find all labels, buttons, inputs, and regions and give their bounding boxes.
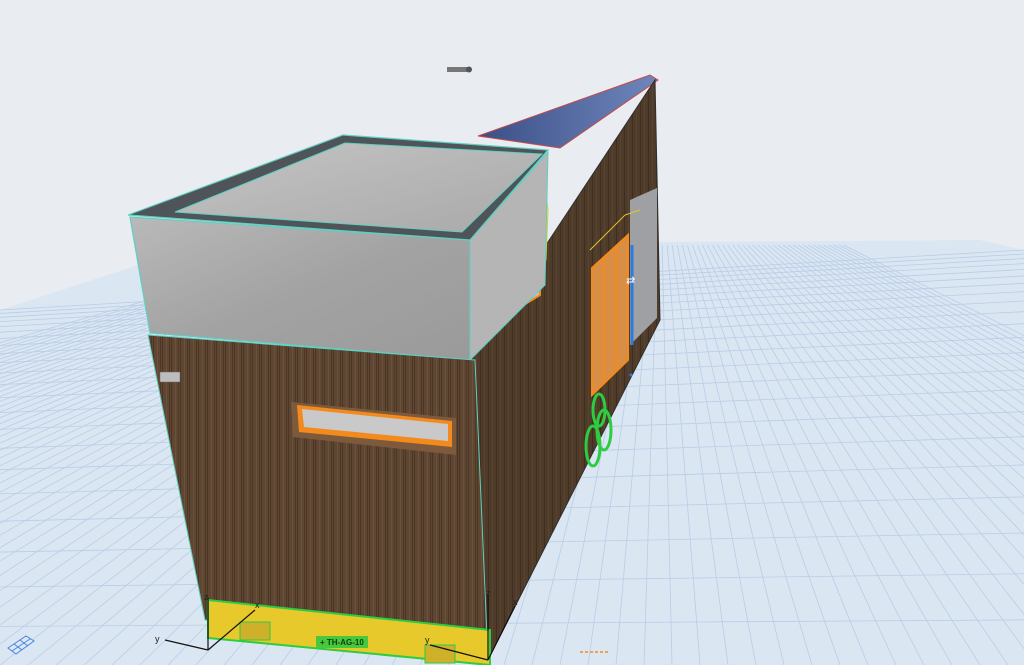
axis-x-label-right: x (513, 597, 518, 607)
axis-x-label-left: x (255, 600, 260, 610)
axis-z-label-left: z (204, 592, 209, 602)
wall-sign (159, 371, 181, 383)
camera-marker-icon[interactable] (447, 66, 472, 73)
axis-y-label-left: y (155, 634, 160, 644)
axis-z-label-right: z (486, 588, 491, 598)
point-marker (629, 373, 633, 377)
section-marker-icon[interactable]: ⇄ (626, 275, 635, 287)
axis-y-label-right: y (425, 635, 430, 645)
trailer-tag: + TH-AG-10 (320, 638, 364, 647)
3d-viewport[interactable]: + TH-AG-10 z y x z y x ⇄ (0, 0, 1024, 665)
3d-scene[interactable]: + TH-AG-10 z y x z y x ⇄ (0, 0, 1024, 665)
